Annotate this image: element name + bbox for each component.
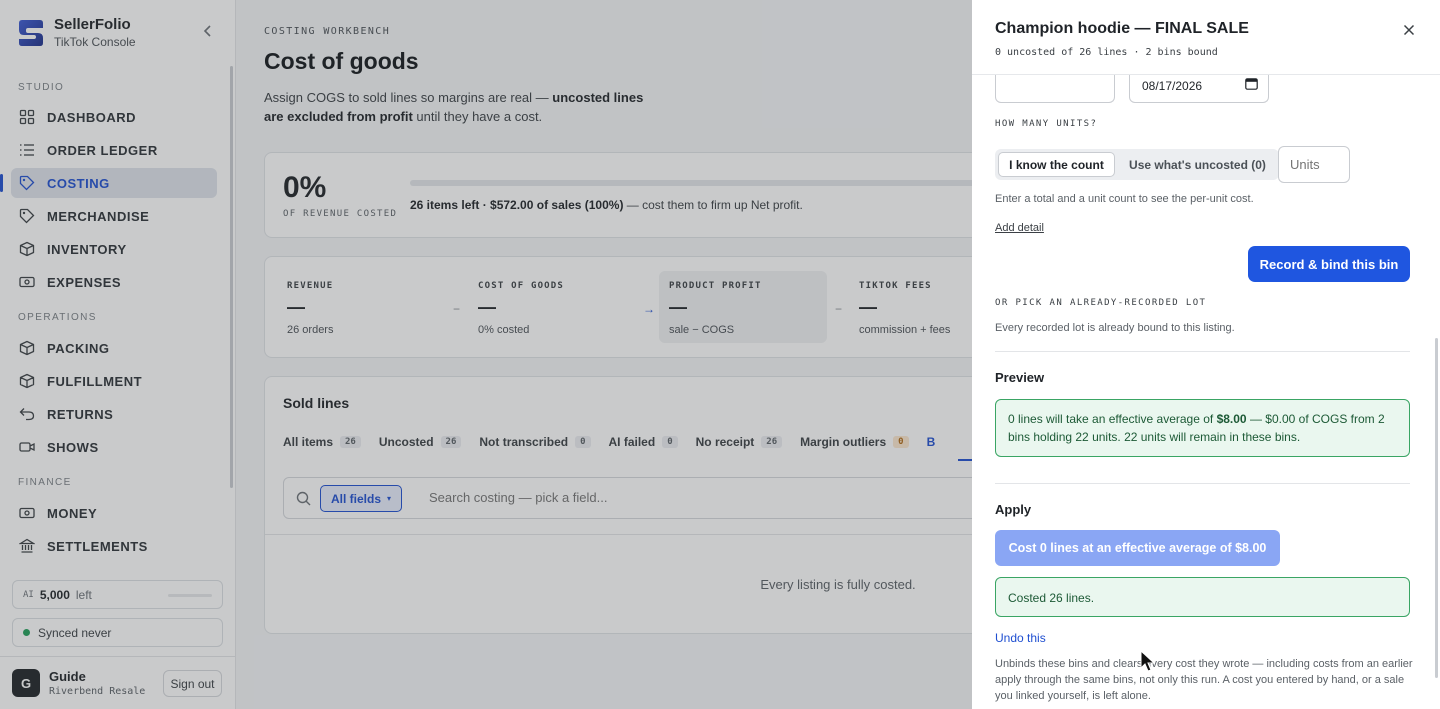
units-mode-toggle: I know the count Use what's uncosted (0) [995, 149, 1279, 180]
undo-link[interactable]: Undo this [995, 631, 1046, 645]
drawer-subtitle: 0 uncosted of 26 lines · 2 bins bound [995, 47, 1218, 58]
units-hint: Enter a total and a unit count to see th… [995, 193, 1254, 205]
apply-cost-button[interactable]: Cost 0 lines at an effective average of … [995, 530, 1280, 566]
cost-drawer: Champion hoodie — FINAL SALE 0 uncosted … [972, 0, 1440, 709]
divider [995, 483, 1410, 484]
costed-status: Costed 26 lines. [995, 577, 1410, 617]
calendar-icon[interactable] [1245, 77, 1258, 90]
modal-backdrop[interactable] [0, 0, 972, 709]
preview-amount: $8.00 [1216, 412, 1247, 426]
total-cost-input[interactable] [995, 75, 1115, 103]
preview-box: 0 lines will take an effective average o… [995, 399, 1410, 457]
drawer-title: Champion hoodie — FINAL SALE [995, 20, 1249, 37]
preview-text: 0 lines will take an effective average o… [1008, 412, 1217, 426]
units-input[interactable] [1278, 146, 1350, 183]
toggle-know-count[interactable]: I know the count [998, 152, 1115, 177]
apply-title: Apply [995, 502, 1032, 517]
close-icon[interactable] [1401, 22, 1417, 38]
date-input[interactable]: 08/17/2026 [1129, 75, 1269, 103]
drawer-scrollbar[interactable] [1435, 338, 1438, 678]
pick-lot-hint: Every recorded lot is already bound to t… [995, 322, 1235, 334]
record-bind-button[interactable]: Record & bind this bin [1248, 246, 1410, 282]
preview-title: Preview [995, 370, 1045, 385]
undo-explanation: Unbinds these bins and clears every cost… [995, 658, 1413, 702]
units-caption: HOW MANY UNITS? [995, 119, 1098, 129]
add-detail-link[interactable]: Add detail [995, 222, 1044, 234]
divider [995, 351, 1410, 352]
toggle-use-uncosted[interactable]: Use what's uncosted (0) [1119, 152, 1276, 177]
date-value: 08/17/2026 [1142, 79, 1203, 93]
mouse-cursor-icon [1140, 650, 1156, 672]
pick-lot-caption: OR PICK AN ALREADY-RECORDED LOT [995, 298, 1207, 308]
